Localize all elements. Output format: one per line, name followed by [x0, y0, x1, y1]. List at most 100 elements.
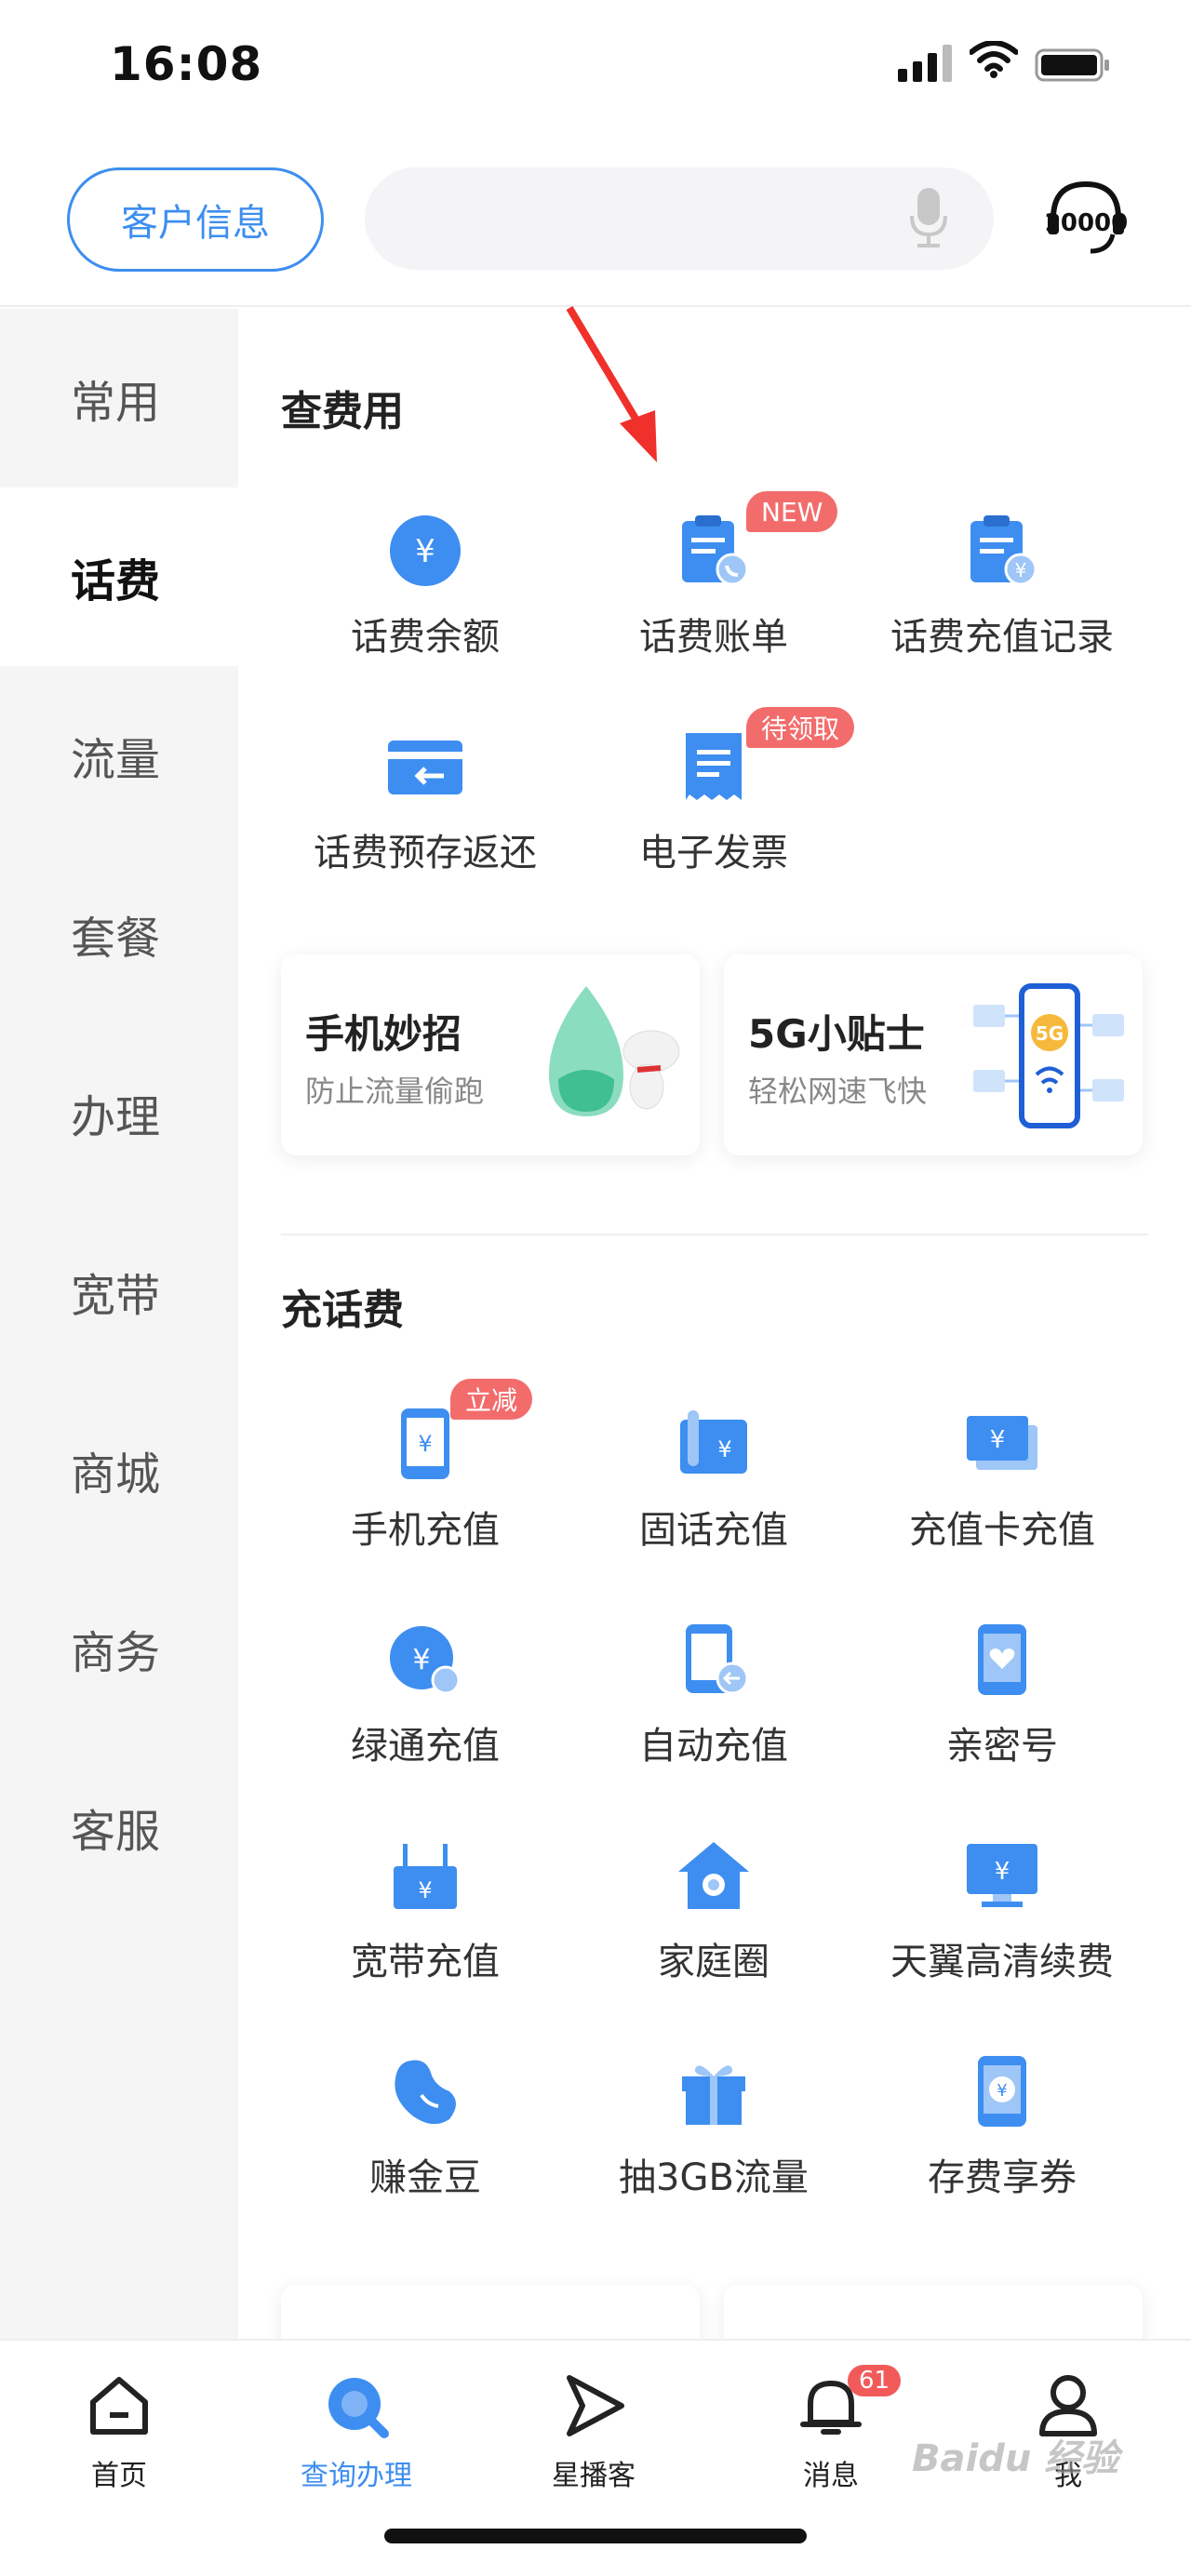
sidebar-item-mall[interactable]: 商城 — [0, 1381, 238, 1559]
grid-item-family-circle[interactable]: 家庭圈 — [569, 1820, 858, 2024]
nav-label: 星播客 — [552, 2460, 636, 2492]
card-return-icon — [388, 741, 462, 794]
grid-item-earn-beans[interactable]: 赚金豆 — [281, 2035, 569, 2240]
grid-item-label: 天翼高清续费 — [890, 1941, 1114, 1983]
sidebar-item-handle[interactable]: 办理 — [0, 1023, 238, 1202]
bean-icon — [395, 2060, 456, 2125]
svg-text:¥: ¥ — [415, 533, 435, 570]
grid-item-label: 绿通充值 — [351, 1725, 500, 1768]
nav-query-handle[interactable]: 查询办理 — [263, 2359, 449, 2492]
card-subtitle: 轻松网速飞快 — [748, 1074, 928, 1109]
grid-item-label: 宽带充值 — [351, 1941, 500, 1983]
sidebar-item-plan[interactable]: 套餐 — [0, 845, 238, 1023]
nav-home[interactable]: 首页 — [26, 2359, 212, 2492]
tips-card-phone[interactable]: 手机妙招 防止流量偷跑 — [281, 954, 700, 1155]
grid-item-label: 自动充值 — [639, 1725, 788, 1768]
section-divider — [281, 1234, 1148, 1235]
nav-star-podcast[interactable]: 星播客 — [501, 2359, 687, 2492]
grid-item-label: 话费预存返还 — [314, 832, 537, 874]
microphone-icon[interactable] — [910, 188, 947, 249]
sidebar-item-common[interactable]: 常用 — [0, 309, 238, 487]
sidebar-item-phone-fee[interactable]: 话费 — [0, 487, 238, 666]
gift-icon — [682, 2065, 745, 2125]
5g-phone-illustration: 5G — [973, 983, 1124, 1128]
grid-item-auto-recharge[interactable]: 自动充值 — [569, 1604, 858, 1809]
customer-service-10000-icon[interactable]: 10000 — [1044, 177, 1128, 260]
svg-text:10000: 10000 — [1044, 209, 1128, 237]
card-subtitle: 防止流量偷跑 — [305, 1074, 485, 1109]
message-count-badge: 61 — [848, 2365, 902, 2396]
grid-item-tv-renewal[interactable]: ¥ 天翼高清续费 — [858, 1820, 1146, 2024]
recharge-card-icon: ¥ — [967, 1416, 1037, 1470]
grid-item-label: 充值卡充值 — [909, 1509, 1095, 1552]
sidebar-item-business[interactable]: 商务 — [0, 1559, 238, 1738]
pending-badge: 待领取 — [746, 707, 855, 748]
landline-icon: ¥ — [680, 1410, 747, 1474]
grid-item-balance[interactable]: ¥ 话费余额 — [281, 495, 569, 700]
signal-icon — [898, 45, 952, 82]
discount-badge: 立减 — [450, 1379, 533, 1420]
grid-item-prestore-return[interactable]: 话费预存返还 — [281, 711, 569, 915]
grid-item-label: 固话充值 — [639, 1509, 788, 1552]
grid-item-card-recharge[interactable]: ¥ 充值卡充值 — [858, 1388, 1146, 1593]
grid-item-label: 家庭圈 — [658, 1941, 769, 1983]
green-channel-icon: ¥ — [390, 1626, 461, 1695]
grid-item-label: 存费享券 — [928, 2156, 1077, 2199]
heart-phone-icon — [978, 1624, 1026, 1695]
grid-item-label: 话费充值记录 — [890, 616, 1114, 659]
promo-card-left[interactable] — [281, 2285, 700, 2344]
sidebar-item-data[interactable]: 流量 — [0, 666, 238, 845]
auto-recharge-icon — [686, 1624, 749, 1695]
invoice-icon — [686, 733, 742, 800]
grid-item-label: 赚金豆 — [369, 2156, 481, 2199]
grid-item-green-recharge[interactable]: ¥ 绿通充值 — [281, 1604, 569, 1809]
search-input[interactable] — [365, 167, 994, 270]
grid-item-label: 话费余额 — [351, 616, 500, 659]
grid-item-bill[interactable]: NEW 话费账单 — [569, 491, 858, 700]
section-title-recharge: 充话费 — [281, 1287, 404, 1334]
main-content: 查费用 ¥ 话费余额 NEW 话费账单 ¥ 话费充值记录 话费预存返还 待领取 … — [238, 309, 1191, 2344]
customer-info-button[interactable]: 客户信息 — [67, 167, 324, 272]
play-nav-icon — [567, 2375, 624, 2436]
home-nav-icon — [90, 2377, 148, 2435]
water-drop-mascot-illustration — [549, 986, 680, 1116]
home-icon — [678, 1842, 749, 1909]
grid-item-broadband-recharge[interactable]: ¥ 宽带充值 — [281, 1820, 569, 2024]
baidu-jingyan-watermark: Baidu 经验 — [912, 2437, 1119, 2480]
card-title: 5G小贴士 — [748, 1011, 925, 1057]
grid-item-label: 手机充值 — [351, 1509, 500, 1552]
grid-item-mobile-recharge[interactable]: ¥ 立减 手机充值 — [281, 1379, 569, 1593]
grid-item-invoice[interactable]: 待领取 电子发票 — [569, 707, 858, 915]
sidebar-item-service[interactable]: 客服 — [0, 1738, 238, 1916]
router-icon: ¥ — [394, 1844, 457, 1909]
home-indicator[interactable] — [384, 2529, 807, 2543]
grid-item-draw-data[interactable]: 抽3GB流量 — [569, 2035, 858, 2240]
nav-messages[interactable]: 61 消息 — [738, 2359, 924, 2492]
bill-clipboard-icon — [682, 515, 749, 586]
svg-text:¥: ¥ — [1015, 559, 1027, 581]
tips-card-5g[interactable]: 5G小贴士 轻松网速飞快 5G — [724, 954, 1143, 1155]
wifi-icon — [970, 41, 1018, 78]
svg-text:¥: ¥ — [412, 1644, 430, 1676]
grid-item-intimate-number[interactable]: 亲密号 — [858, 1604, 1146, 1809]
svg-text:¥: ¥ — [995, 1858, 1010, 1886]
svg-text:¥: ¥ — [418, 1877, 432, 1903]
grid-item-label: 话费账单 — [639, 616, 788, 659]
grid-item-landline-recharge[interactable]: ¥ 固话充值 — [569, 1388, 858, 1593]
svg-text:¥: ¥ — [990, 1426, 1006, 1454]
grid-item-recharge-record[interactable]: ¥ 话费充值记录 — [858, 495, 1146, 700]
sidebar-item-broadband[interactable]: 宽带 — [0, 1202, 238, 1381]
svg-text:¥: ¥ — [997, 2081, 1007, 2101]
top-header: 客户信息 10000 — [0, 140, 1191, 307]
red-arrow-annotation — [566, 305, 657, 462]
yuan-circle-icon: ¥ — [390, 515, 461, 586]
grid-item-deposit-coupon[interactable]: ¥ 存费享券 — [858, 2035, 1146, 2240]
section-title-query: 查费用 — [281, 388, 404, 435]
card-title: 手机妙招 — [305, 1011, 462, 1057]
search-nav-icon — [328, 2378, 389, 2438]
new-badge: NEW — [746, 491, 838, 532]
grid-item-label: 亲密号 — [946, 1725, 1058, 1768]
promo-card-right[interactable] — [724, 2285, 1143, 2344]
phone-coupon-icon: ¥ — [978, 2056, 1026, 2127]
svg-text:¥: ¥ — [418, 1431, 432, 1457]
